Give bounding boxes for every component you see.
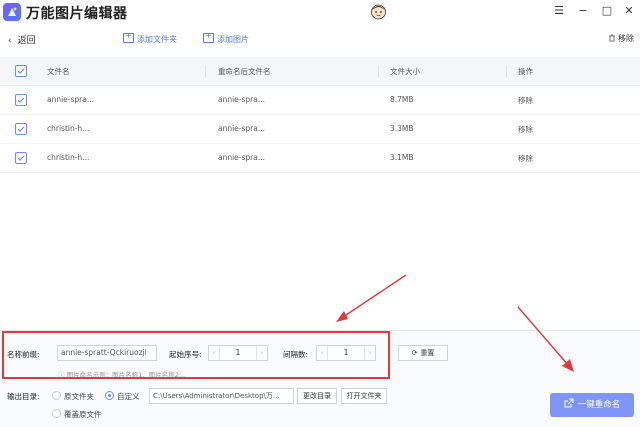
output-dir-label: 输出目录:	[7, 392, 40, 401]
app-logo-icon	[3, 3, 21, 21]
add-folder-icon	[123, 31, 134, 43]
mascot-avatar-icon	[371, 4, 386, 20]
title-bar: 万能图片编辑器 ☰ − □ ✕	[0, 0, 640, 24]
reset-label: 重置	[420, 349, 435, 357]
radio-original-folder[interactable]	[52, 391, 61, 400]
change-dir-button[interactable]: 更改目录	[297, 388, 337, 404]
highlight-box	[2, 331, 390, 379]
chevron-left-icon: ‹	[8, 36, 12, 46]
custom-folder-label: 自定义	[117, 392, 140, 401]
add-image-icon	[203, 31, 214, 43]
remove-all-button[interactable]: 移除	[608, 33, 634, 44]
row-filename: christin-h...	[47, 124, 90, 133]
add-image-label: 添加图片	[217, 35, 249, 44]
add-folder-label: 添加文件夹	[137, 35, 177, 44]
menu-icon[interactable]: ☰	[552, 4, 566, 18]
overwrite-label: 覆盖原文件	[64, 410, 102, 419]
trash-icon	[609, 34, 615, 42]
row-checkbox[interactable]	[15, 94, 27, 106]
close-button[interactable]: ✕	[622, 4, 636, 18]
reset-button[interactable]: ⟳ 重置	[398, 345, 448, 361]
table-header: 文件名 重命名后文件名 文件大小 操作	[0, 57, 640, 86]
row-filename: annie-spra...	[47, 95, 95, 104]
header-action: 操作	[518, 67, 533, 76]
output-path-input[interactable]: C:\Users\Administrator\Desktop\万...	[149, 388, 294, 404]
back-button[interactable]: ‹ 返回	[8, 33, 36, 46]
radio-custom-folder[interactable]	[105, 391, 114, 400]
row-filename: christin-h...	[47, 153, 90, 162]
table-row[interactable]: christin-h... annie-spra... 3.3MB 移除	[0, 115, 640, 144]
row-checkbox[interactable]	[15, 152, 27, 164]
table-row[interactable]: christin-h... annie-spra... 3.1MB 移除	[0, 144, 640, 173]
rename-all-label: 一键重命名	[577, 400, 621, 410]
column-divider	[506, 65, 507, 77]
row-remove-button[interactable]: 移除	[518, 95, 533, 106]
row-renamed: annie-spra...	[218, 153, 266, 162]
open-folder-button[interactable]: 打开文件夹	[341, 388, 387, 404]
table-row[interactable]: annie-spra... annie-spra... 8.7MB 移除	[0, 86, 640, 115]
header-size: 文件大小	[390, 67, 420, 76]
row-remove-button[interactable]: 移除	[518, 124, 533, 135]
row-size: 3.1MB	[390, 153, 414, 162]
row-checkbox[interactable]	[15, 123, 27, 135]
add-folder-button[interactable]: 添加文件夹	[123, 31, 177, 45]
maximize-button[interactable]: □	[600, 4, 614, 18]
refresh-icon: ⟳	[411, 349, 418, 357]
row-remove-button[interactable]: 移除	[518, 153, 533, 164]
rename-all-button[interactable]: 一键重命名	[550, 393, 634, 417]
header-renamed: 重命名后文件名	[218, 67, 271, 76]
remove-all-label: 移除	[618, 34, 634, 43]
annotation-arrow-icon	[336, 274, 407, 322]
app-title: 万能图片编辑器	[26, 6, 128, 22]
row-renamed: annie-spra...	[218, 95, 266, 104]
toolbar: ‹ 返回 添加文件夹 添加图片 移除	[0, 30, 640, 52]
header-filename: 文件名	[47, 67, 70, 76]
export-icon	[564, 398, 574, 408]
back-label: 返回	[17, 36, 36, 46]
column-divider	[205, 65, 206, 77]
row-size: 8.7MB	[390, 95, 414, 104]
checkbox-overwrite[interactable]	[52, 409, 61, 418]
select-all-checkbox[interactable]	[15, 65, 27, 77]
minimize-button[interactable]: −	[576, 4, 590, 18]
add-image-button[interactable]: 添加图片	[203, 31, 249, 45]
row-size: 3.3MB	[390, 124, 414, 133]
row-renamed: annie-spra...	[218, 124, 266, 133]
column-divider	[378, 65, 379, 77]
original-folder-label: 原文件夹	[64, 392, 94, 401]
